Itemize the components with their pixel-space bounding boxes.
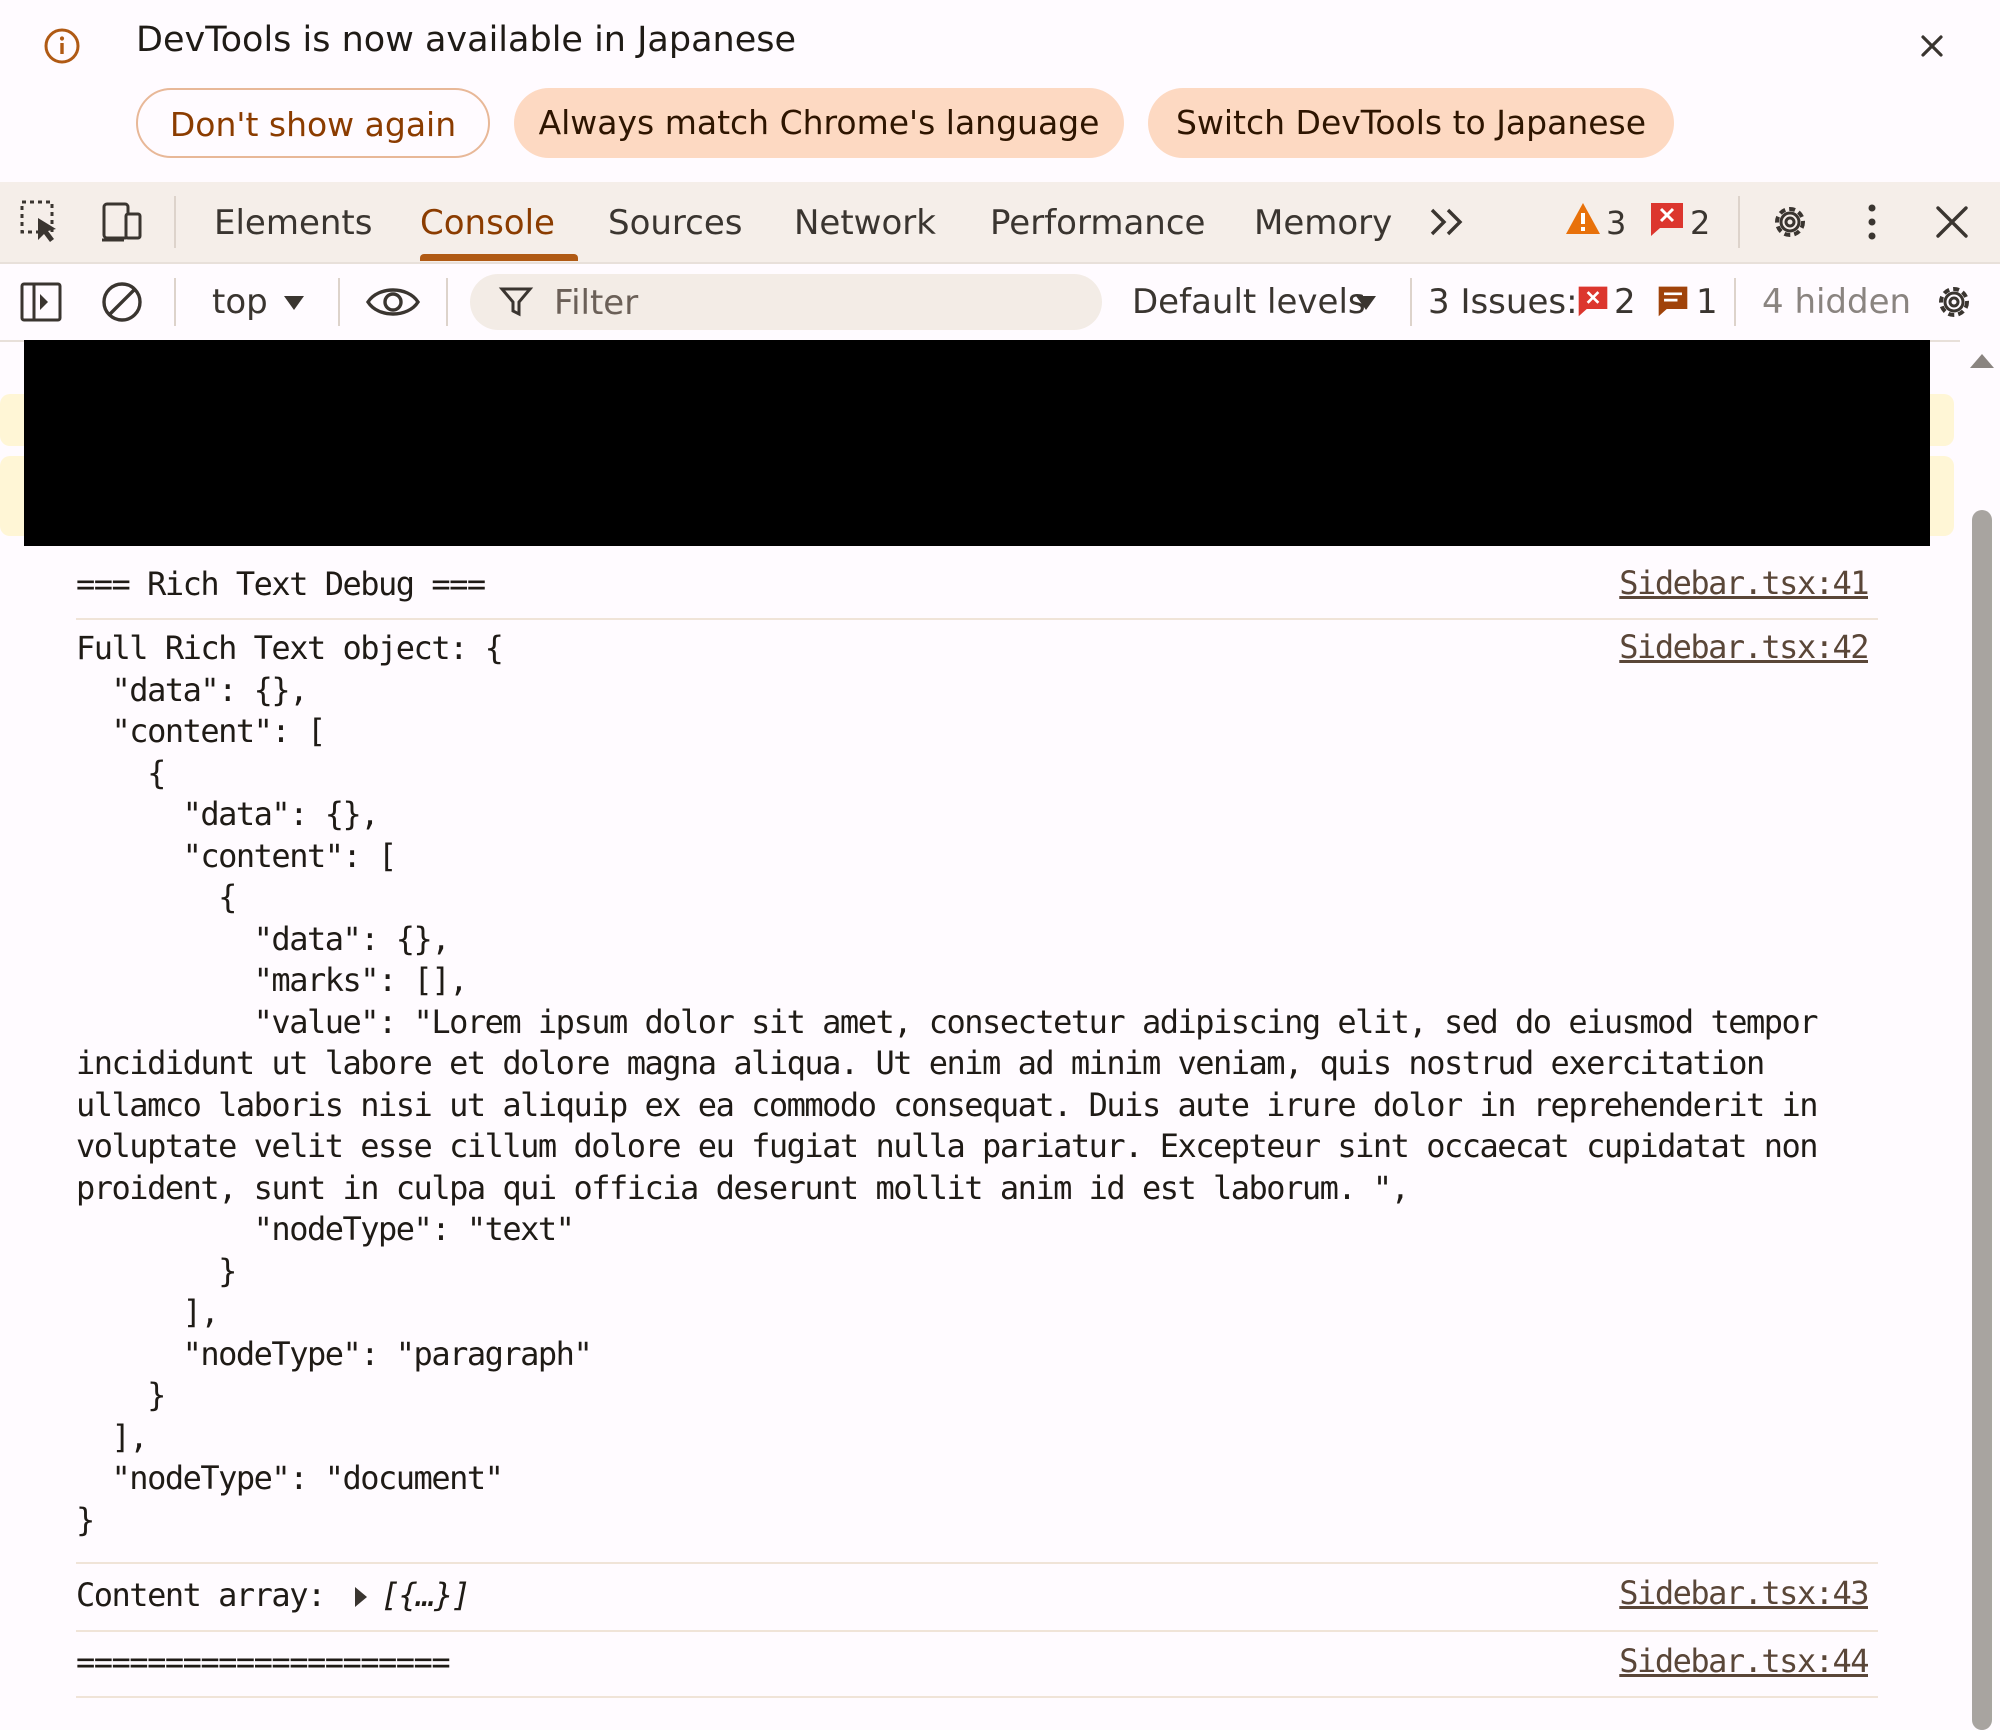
console-messages: === Rich Text Debug === Sidebar.tsx:41 F… — [0, 340, 1960, 1714]
source-link[interactable]: Sidebar.tsx:41 — [1619, 564, 1869, 602]
array-preview[interactable]: [{…}] — [381, 1576, 471, 1614]
message-text: === Rich Text Debug === — [76, 565, 486, 603]
infobar-message: DevTools is now available in Japanese — [136, 20, 797, 60]
console-message: Full Rich Text object: { "data": {}, "co… — [76, 622, 1878, 1564]
tab-network[interactable]: Network — [794, 182, 936, 262]
default-levels-dropdown[interactable]: Default levels — [1132, 264, 1366, 340]
console-scrollbar[interactable] — [1960, 340, 2000, 1730]
issues-error-count[interactable]: 2 — [1614, 264, 1636, 340]
console-settings-gear-icon[interactable] — [1930, 278, 1978, 326]
redacted-region — [24, 340, 1930, 546]
close-icon[interactable] — [1914, 28, 1950, 64]
kebab-menu-icon[interactable] — [1848, 198, 1896, 246]
warning-count[interactable]: 3 — [1606, 182, 1626, 264]
console-toolbar: top Default levels 3 Issues: 2 1 4 hidde… — [0, 264, 2000, 342]
tab-elements[interactable]: Elements — [214, 182, 372, 262]
tab-sources[interactable]: Sources — [608, 182, 743, 262]
filter-funnel-icon — [498, 287, 534, 317]
issues-label[interactable]: 3 Issues: — [1428, 264, 1578, 340]
clear-console-icon[interactable] — [98, 278, 146, 326]
filter-box[interactable] — [470, 274, 1102, 332]
tab-memory[interactable]: Memory — [1254, 182, 1392, 262]
scroll-up-arrow-icon[interactable] — [1970, 354, 1994, 368]
message-text: Full Rich Text object: { "data": {}, "co… — [76, 629, 1819, 1539]
issue-info-icon[interactable] — [1656, 284, 1690, 318]
dropdown-arrow-icon[interactable] — [1352, 288, 1380, 316]
active-tab-indicator — [420, 254, 578, 261]
error-count[interactable]: 2 — [1690, 182, 1710, 264]
console-message: === Rich Text Debug === Sidebar.tsx:41 — [76, 558, 1878, 620]
language-infobar: DevTools is now available in Japanese Do… — [0, 0, 2000, 182]
eye-icon[interactable] — [364, 278, 422, 326]
source-link[interactable]: Sidebar.tsx:44 — [1619, 1642, 1869, 1680]
console-message: Content array: [{…}] Sidebar.tsx:43 — [76, 1566, 1878, 1632]
context-selector[interactable]: top — [212, 264, 268, 340]
message-label: Content array: — [76, 1576, 326, 1614]
tab-console[interactable]: Console — [420, 182, 555, 262]
warning-icon[interactable] — [1564, 200, 1602, 238]
dont-show-again-button[interactable]: Don't show again — [136, 88, 490, 158]
message-text: ===================== — [76, 1643, 451, 1681]
source-link[interactable]: Sidebar.tsx:42 — [1619, 628, 1869, 666]
inspect-element-icon[interactable] — [18, 198, 66, 246]
hidden-count: 4 hidden — [1762, 282, 1912, 322]
always-match-language-button[interactable]: Always match Chrome's language — [514, 88, 1124, 158]
device-toolbar-icon[interactable] — [98, 198, 146, 246]
switch-to-japanese-button[interactable]: Switch DevTools to Japanese — [1148, 88, 1674, 158]
source-link[interactable]: Sidebar.tsx:43 — [1619, 1574, 1869, 1612]
info-icon — [44, 28, 80, 64]
expand-triangle-icon[interactable] — [354, 1587, 367, 1607]
devtools-tabbar: Elements Console Sources Network Perform… — [0, 182, 2000, 264]
settings-gear-icon[interactable] — [1766, 198, 1814, 246]
filter-input[interactable] — [552, 274, 1086, 332]
dropdown-arrow-icon[interactable] — [280, 288, 308, 316]
error-icon[interactable] — [1648, 200, 1686, 238]
tab-performance[interactable]: Performance — [990, 182, 1205, 262]
issues-info-count[interactable]: 1 — [1696, 264, 1718, 340]
console-message: ===================== Sidebar.tsx:44 — [76, 1634, 1878, 1698]
error-icon[interactable] — [1576, 284, 1610, 318]
more-tabs-icon[interactable] — [1424, 198, 1472, 246]
sidebar-toggle-icon[interactable] — [18, 278, 66, 326]
scrollbar-thumb[interactable] — [1972, 510, 1992, 1730]
close-devtools-icon[interactable] — [1928, 198, 1976, 246]
